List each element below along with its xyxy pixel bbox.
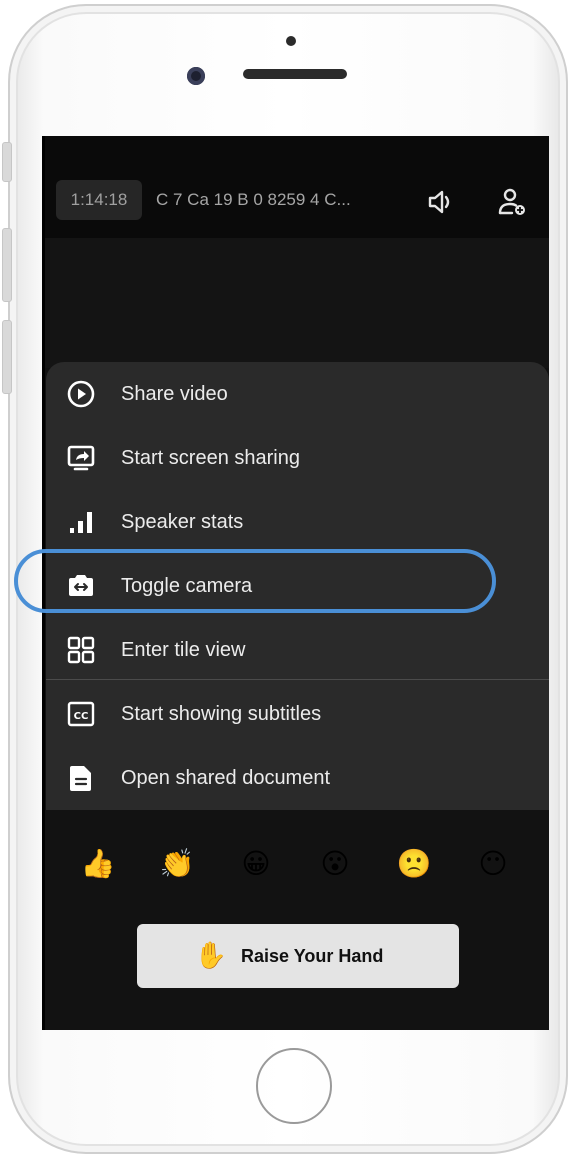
reaction-clap[interactable]: 👏: [157, 844, 197, 884]
menu-label: Start showing subtitles: [121, 703, 322, 725]
earpiece-speaker: [243, 69, 347, 79]
bar-stats-icon: [66, 507, 96, 537]
speaker-icon[interactable]: [424, 186, 456, 218]
menu-item-start-showing-subtitles[interactable]: CC Start showing subtitles: [46, 682, 549, 746]
reaction-silence[interactable]: 😶: [473, 844, 513, 884]
conference-topbar: 1:14:18 C 7 Ca 19 B 0 8259 4 C...: [42, 136, 549, 238]
highlight-ring: [14, 549, 496, 613]
reaction-thumbs-up[interactable]: 👍: [78, 844, 118, 884]
volume-down-button: [2, 320, 12, 394]
svg-text:CC: CC: [74, 711, 89, 722]
meeting-timer: 1:14:18: [56, 180, 142, 220]
tile-grid-icon: [66, 635, 96, 665]
video-area: [42, 238, 549, 368]
menu-item-start-screen-sharing[interactable]: Start screen sharing: [46, 426, 549, 490]
reactions-panel: 👍 👏 😀 😮 🙁 😶 ✋ Raise Your Hand: [42, 810, 549, 1030]
play-circle-icon: [66, 379, 96, 409]
mute-switch: [2, 142, 12, 182]
raised-hand-icon: ✋: [194, 941, 228, 971]
screen-share-icon: [66, 443, 96, 473]
home-button[interactable]: [256, 1048, 332, 1124]
menu-label: Share video: [121, 383, 228, 405]
menu-label: Start screen sharing: [121, 447, 300, 469]
volume-up-button: [2, 228, 12, 302]
reaction-surprised[interactable]: 😮: [315, 844, 355, 884]
menu-item-speaker-stats[interactable]: Speaker stats: [46, 490, 549, 554]
reaction-sad[interactable]: 🙁: [394, 844, 434, 884]
menu-item-enter-tile-view[interactable]: Enter tile view: [46, 618, 549, 682]
room-name: C 7 Ca 19 B 0 8259 4 C...: [156, 190, 351, 209]
menu-item-open-shared-document[interactable]: Open shared document: [46, 746, 549, 810]
raise-hand-button[interactable]: ✋ Raise Your Hand: [137, 924, 459, 988]
raise-hand-label: Raise Your Hand: [241, 946, 384, 966]
front-camera: [187, 67, 205, 85]
add-person-icon[interactable]: [496, 186, 528, 218]
menu-label: Enter tile view: [121, 639, 246, 661]
proximity-sensor: [286, 36, 296, 46]
menu-label: Speaker stats: [121, 511, 244, 533]
document-icon: [66, 763, 96, 793]
closed-captions-icon: CC: [66, 699, 96, 729]
menu-item-share-video[interactable]: Share video: [46, 362, 549, 426]
reaction-laugh[interactable]: 😀: [236, 844, 276, 884]
menu-divider: [46, 679, 549, 680]
menu-label: Open shared document: [121, 767, 331, 789]
